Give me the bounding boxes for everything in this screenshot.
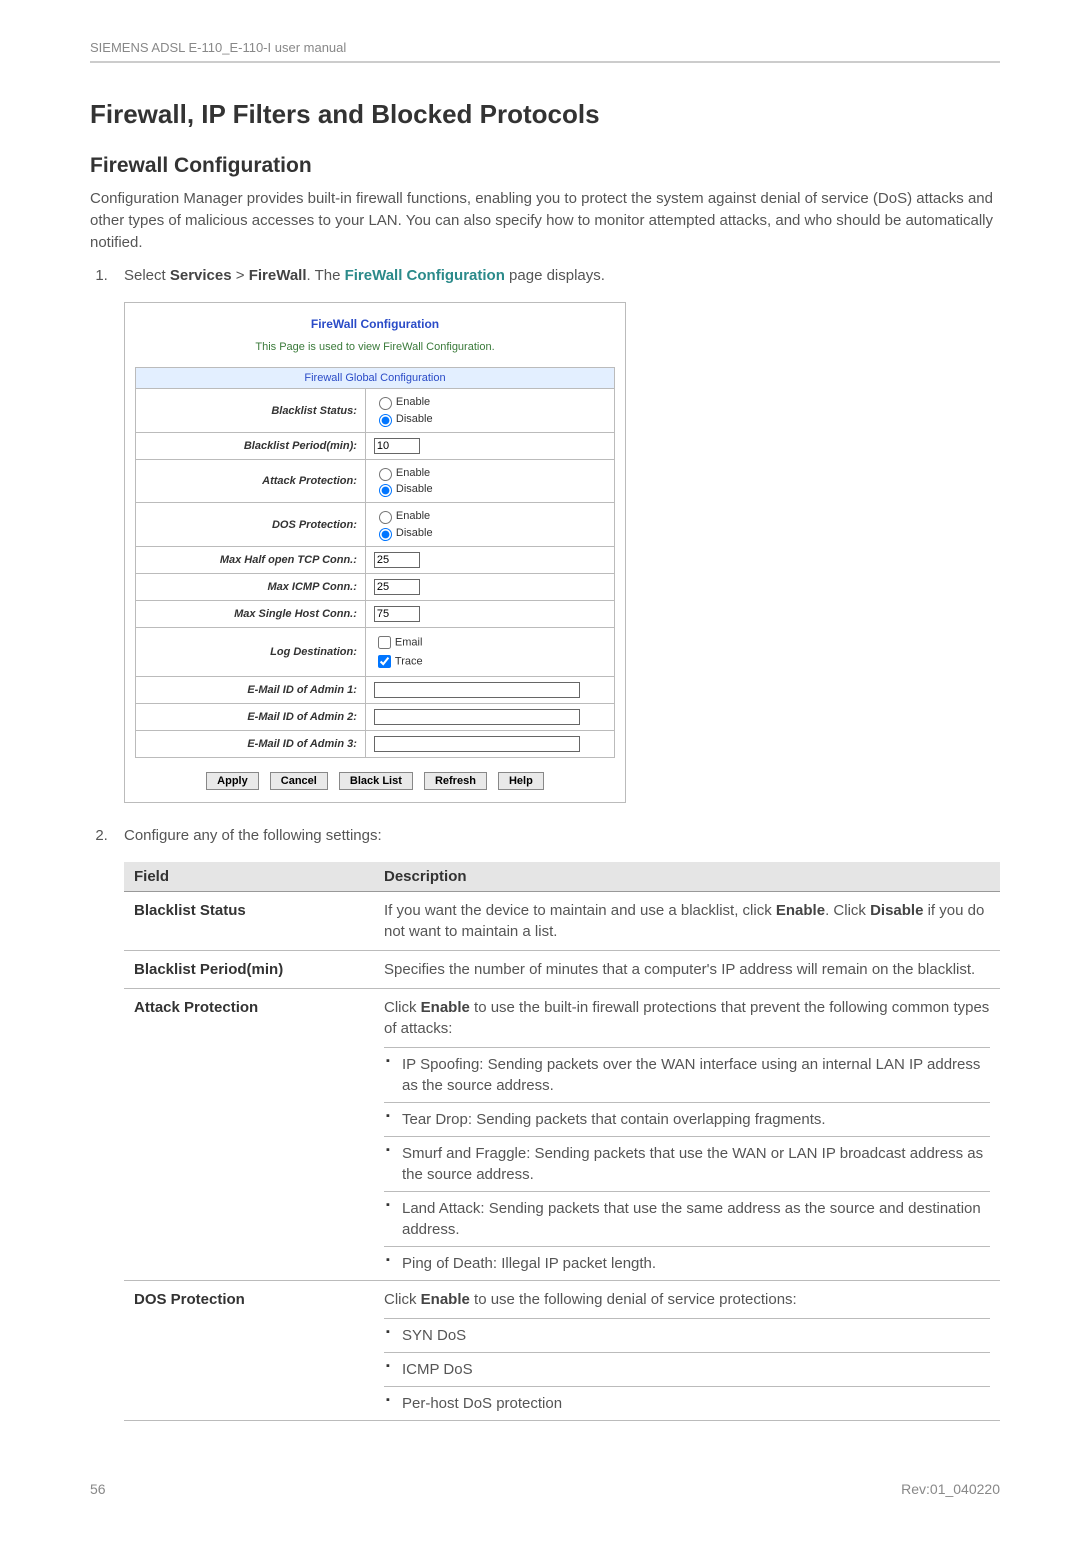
cancel-button[interactable]: Cancel [270, 772, 328, 790]
radio-dos-disable[interactable]: Disable [374, 525, 606, 541]
col-field: Field [124, 862, 374, 892]
check-log-trace[interactable]: Trace [374, 652, 606, 671]
list-item: ICMP DoS [384, 1353, 990, 1387]
page-header: SIEMENS ADSL E-110_E-110-I user manual [90, 40, 1000, 63]
attack-bullets: IP Spoofing: Sending packets over the WA… [384, 1048, 990, 1280]
description-table: Field Description Blacklist Status If yo… [124, 862, 1000, 1421]
radio-dos-enable[interactable]: Enable [374, 508, 606, 524]
subsection-heading: Firewall Configuration [90, 154, 1000, 178]
label-log-destination: Log Destination: [136, 628, 366, 677]
refresh-button[interactable]: Refresh [424, 772, 487, 790]
label-blacklist-status: Blacklist Status: [136, 389, 366, 433]
radio-attack-enable[interactable]: Enable [374, 465, 606, 481]
apply-button[interactable]: Apply [206, 772, 259, 790]
input-email-admin-3[interactable] [374, 736, 580, 752]
panel-title: FireWall Configuration [135, 317, 615, 331]
list-item: Ping of Death: Illegal IP packet length. [384, 1247, 990, 1280]
list-item: SYN DoS [384, 1319, 990, 1353]
help-button[interactable]: Help [498, 772, 544, 790]
check-log-email[interactable]: Email [374, 633, 606, 652]
row-label-attack-protection: Attack Protection [124, 989, 374, 1281]
black-list-button[interactable]: Black List [339, 772, 413, 790]
radio-blacklist-disable[interactable]: Disable [374, 411, 606, 427]
config-table: Firewall Global Configuration Blacklist … [135, 367, 615, 758]
row-desc-dos-protection: Click Enable to use the following denial… [374, 1281, 1000, 1421]
label-email-admin-3: E-Mail ID of Admin 3: [136, 731, 366, 758]
list-item: Tear Drop: Sending packets that contain … [384, 1103, 990, 1137]
firewall-config-link: FireWall Configuration [345, 267, 505, 284]
list-item: Smurf and Fraggle: Sending packets that … [384, 1137, 990, 1192]
input-blacklist-period[interactable] [374, 438, 420, 454]
label-blacklist-period: Blacklist Period(min): [136, 432, 366, 459]
input-email-admin-1[interactable] [374, 682, 580, 698]
label-email-admin-1: E-Mail ID of Admin 1: [136, 677, 366, 704]
intro-paragraph: Configuration Manager provides built-in … [90, 188, 1000, 253]
label-attack-protection: Attack Protection: [136, 459, 366, 503]
panel-subtitle: This Page is used to view FireWall Confi… [135, 341, 615, 353]
input-max-icmp[interactable] [374, 579, 420, 595]
label-max-half-open: Max Half open TCP Conn.: [136, 547, 366, 574]
radio-attack-disable[interactable]: Disable [374, 481, 606, 497]
input-max-half-open[interactable] [374, 552, 420, 568]
list-item: IP Spoofing: Sending packets over the WA… [384, 1048, 990, 1103]
input-email-admin-2[interactable] [374, 709, 580, 725]
config-banner: Firewall Global Configuration [136, 368, 615, 389]
list-item: Per-host DoS protection [384, 1387, 990, 1420]
dos-bullets: SYN DoS ICMP DoS Per-host DoS protection [384, 1319, 990, 1420]
label-email-admin-2: E-Mail ID of Admin 2: [136, 704, 366, 731]
row-label-blacklist-status: Blacklist Status [124, 892, 374, 951]
row-desc-blacklist-status: If you want the device to maintain and u… [374, 892, 1000, 951]
section-heading: Firewall, IP Filters and Blocked Protoco… [90, 99, 1000, 130]
page-footer: 56 Rev:01_040220 [90, 1481, 1000, 1497]
step-2: Configure any of the following settings: [112, 827, 1000, 844]
label-max-single-host: Max Single Host Conn.: [136, 601, 366, 628]
row-label-blacklist-period: Blacklist Period(min) [124, 951, 374, 989]
header-title: SIEMENS ADSL E-110_E-110-I user manual [90, 40, 346, 55]
revision: Rev:01_040220 [901, 1481, 1000, 1497]
label-max-icmp: Max ICMP Conn.: [136, 574, 366, 601]
row-desc-blacklist-period: Specifies the number of minutes that a c… [374, 951, 1000, 989]
row-desc-attack-protection: Click Enable to use the built-in firewal… [374, 989, 1000, 1281]
page-number: 56 [90, 1481, 106, 1497]
step-1: Select Services > FireWall. The FireWall… [112, 267, 1000, 284]
radio-blacklist-enable[interactable]: Enable [374, 394, 606, 410]
label-dos-protection: DOS Protection: [136, 503, 366, 547]
firewall-config-panel: FireWall Configuration This Page is used… [124, 302, 626, 803]
row-label-dos-protection: DOS Protection [124, 1281, 374, 1421]
list-item: Land Attack: Sending packets that use th… [384, 1192, 990, 1247]
col-description: Description [374, 862, 1000, 892]
input-max-single-host[interactable] [374, 606, 420, 622]
